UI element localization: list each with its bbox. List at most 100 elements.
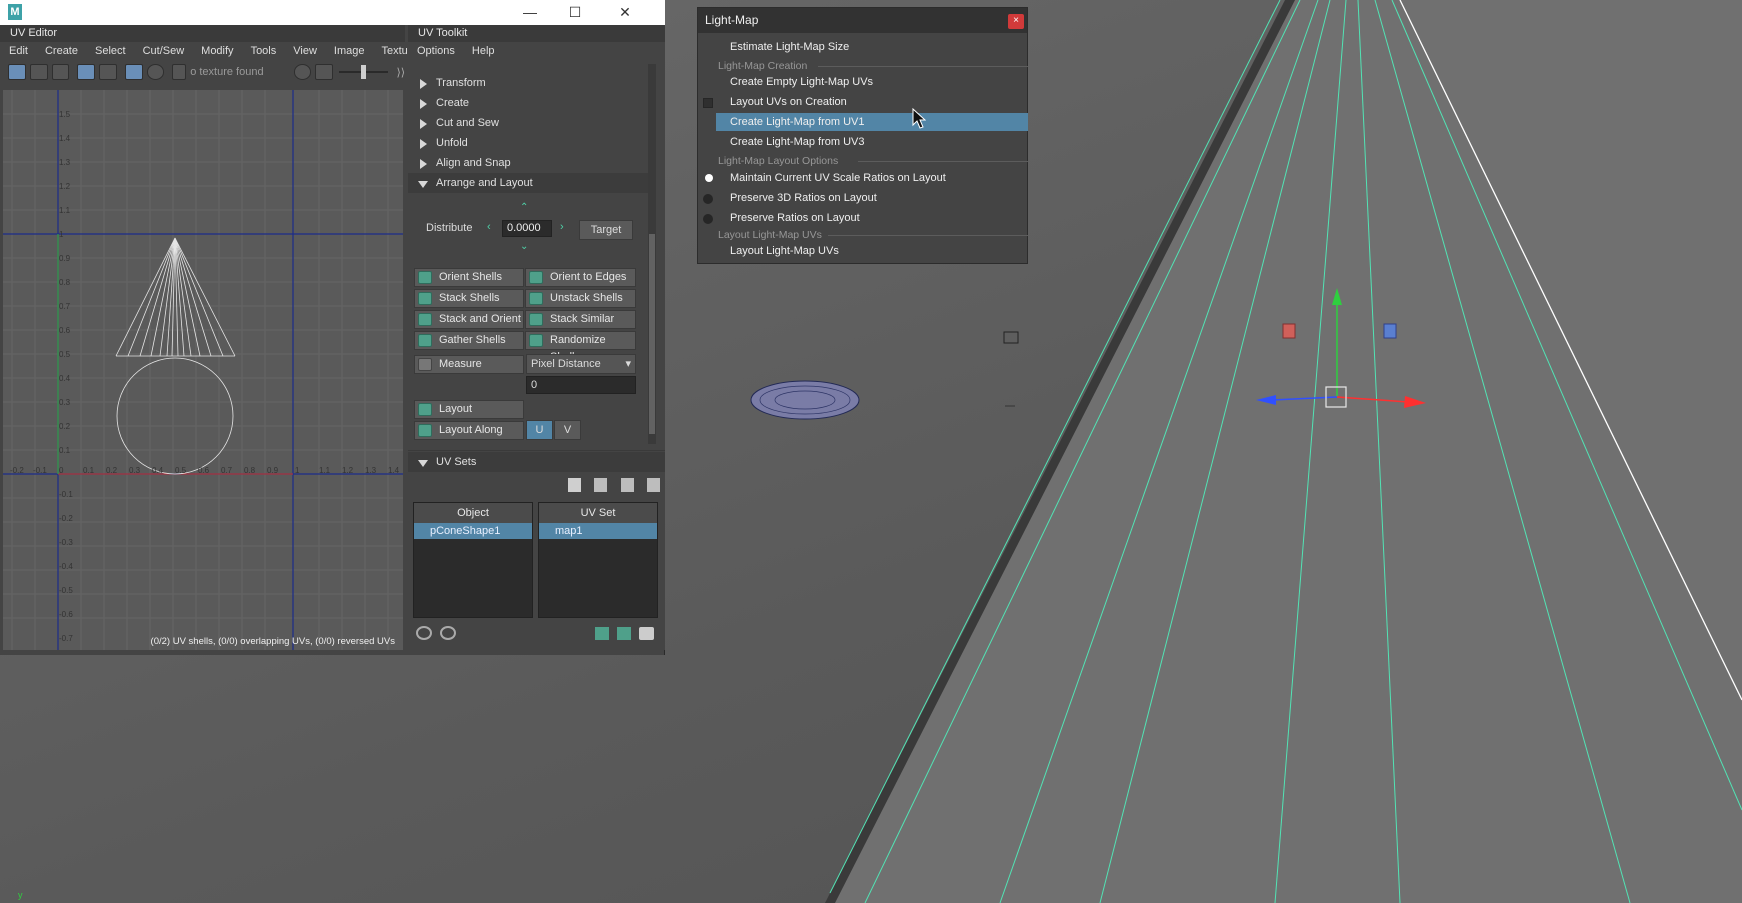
layout-on-creation-item[interactable]: Layout UVs on Creation — [716, 93, 1028, 111]
delete-uv-set-icon[interactable] — [646, 478, 660, 492]
layout-u-toggle[interactable]: U — [526, 420, 553, 440]
radio-preserve-3d[interactable] — [703, 194, 713, 204]
y-tick: -0.1 — [59, 490, 73, 499]
map-icon[interactable] — [595, 627, 609, 640]
map-edit-icon[interactable] — [617, 627, 631, 640]
section-arrange-and-layout[interactable]: Arrange and Layout — [408, 173, 648, 193]
sync-icon[interactable] — [293, 64, 312, 80]
shell-tools-icon[interactable] — [416, 626, 432, 640]
measure-button[interactable]: Measure — [414, 355, 524, 374]
preserve-ratios-item[interactable]: Preserve Ratios on Layout — [716, 209, 1028, 227]
section-label: Align and Snap — [436, 157, 511, 169]
section-transform[interactable]: Transform — [408, 73, 648, 93]
checkbox-layout-on-creation[interactable] — [703, 98, 713, 108]
create-from-uv1-item[interactable]: Create Light-Map from UV1 — [716, 113, 1028, 131]
chevron-down-icon[interactable]: ⌄ — [520, 241, 528, 252]
section-label: UV Sets — [436, 456, 477, 468]
menu-cut-sew[interactable]: Cut/Sew — [134, 45, 193, 57]
rename-uv-set-icon[interactable] — [620, 478, 634, 492]
object-row[interactable]: pConeShape1 — [414, 523, 532, 539]
menu-create[interactable]: Create — [36, 45, 86, 57]
x-tick: 0.7 — [221, 466, 233, 475]
target-button[interactable]: Target — [579, 220, 633, 240]
expand-arrows-icon[interactable]: ⟩⟩ — [396, 66, 405, 79]
toolkit-scrollbar[interactable] — [648, 64, 656, 444]
section-create[interactable]: Create — [408, 93, 648, 113]
distribute-input[interactable]: 0.0000 — [502, 220, 552, 237]
layout-button[interactable]: Layout — [414, 400, 524, 419]
maintain-ratios-item[interactable]: Maintain Current UV Scale Ratios on Layo… — [716, 169, 1028, 187]
button-label: Orient Shells — [439, 271, 502, 283]
menu-help[interactable]: Help — [463, 45, 503, 57]
measure-mode-dropdown[interactable]: Pixel Distance ▾ — [526, 354, 636, 374]
menu-image[interactable]: Image — [325, 45, 373, 57]
create-empty-item[interactable]: Create Empty Light-Map UVs — [716, 73, 1028, 91]
gather-shells-button[interactable]: Gather Shells — [414, 331, 524, 350]
measure-value-field[interactable]: 0 — [526, 376, 636, 394]
y-tick: 0.2 — [59, 422, 71, 431]
menu-view[interactable]: View — [284, 45, 325, 57]
uv-toolkit-body: Transform Create Cut and Sew Unfold Alig… — [408, 60, 665, 650]
preserve-3d-ratios-item[interactable]: Preserve 3D Ratios on Layout — [716, 189, 1028, 207]
orient-to-edges-button[interactable]: Orient to Edges — [525, 268, 636, 287]
exposure-slider[interactable] — [339, 65, 389, 79]
texture-camera-icon[interactable] — [172, 64, 187, 80]
stack-shells-button[interactable]: Stack Shells — [414, 289, 524, 308]
shell-select-icon[interactable] — [29, 64, 48, 80]
unstack-shells-button[interactable]: Unstack Shells — [525, 289, 636, 308]
uvset-row[interactable]: map1 — [539, 523, 657, 539]
menu-options[interactable]: Options — [408, 45, 463, 57]
layout-v-toggle[interactable]: V — [554, 420, 581, 440]
section-uv-sets[interactable]: UV Sets — [408, 452, 665, 472]
menu-edit[interactable]: Edit — [0, 45, 36, 57]
gather-shells-icon — [418, 334, 432, 347]
section-align-and-snap[interactable]: Align and Snap — [408, 153, 648, 173]
section-unfold[interactable]: Unfold — [408, 133, 648, 153]
stack-and-orient-button[interactable]: Stack and Orient — [414, 310, 524, 329]
chevron-up-icon[interactable]: ⌃ — [520, 202, 528, 213]
new-uv-set-icon[interactable] — [568, 478, 581, 492]
uv-canvas[interactable]: 1.5 1.4 1.3 1.2 1.1 1 0.9 0.8 0.7 0.6 0.… — [3, 90, 403, 650]
y-tick: 0.3 — [59, 398, 71, 407]
close-icon[interactable]: ✕ — [605, 0, 645, 25]
estimate-size-item[interactable]: Estimate Light-Map Size — [716, 38, 1028, 56]
light-map-close-button[interactable]: × — [1008, 14, 1024, 29]
wireframe-icon[interactable] — [77, 64, 96, 80]
orient-shells-button[interactable]: Orient Shells — [414, 268, 524, 287]
menu-tools[interactable]: Tools — [242, 45, 285, 57]
grid-toggle-icon[interactable] — [99, 64, 117, 80]
copy-uv-set-icon[interactable] — [594, 478, 608, 492]
section-cut-and-sew[interactable]: Cut and Sew — [408, 113, 648, 133]
snapshot-camera-icon[interactable] — [639, 627, 654, 640]
layout-options-header: Light-Map Layout Options — [718, 154, 1028, 168]
create-from-uv3-item[interactable]: Create Light-Map from UV3 — [716, 133, 1028, 151]
settings-tools-icon[interactable] — [440, 626, 456, 640]
button-label: Stack Shells — [439, 292, 500, 304]
radio-preserve[interactable] — [703, 214, 713, 224]
dim-icon[interactable] — [146, 64, 165, 80]
y-tick: 0.6 — [59, 326, 71, 335]
uv-toolkit-title: UV Toolkit — [408, 25, 665, 42]
maximize-icon[interactable]: ☐ — [555, 0, 595, 25]
radio-maintain[interactable] — [705, 174, 713, 182]
stack-similar-button[interactable]: Stack Similar — [525, 310, 636, 329]
menu-select[interactable]: Select — [86, 45, 134, 57]
section-label: Create — [436, 97, 470, 109]
image-icon[interactable] — [315, 64, 334, 80]
dropdown-arrow-icon: ▾ — [625, 358, 631, 370]
minimize-icon[interactable]: — — [510, 0, 550, 25]
uv-grid-icon[interactable] — [8, 64, 26, 80]
layout-light-map-uvs-item[interactable]: Layout Light-Map UVs — [716, 242, 1028, 260]
button-label: Stack and Orient — [439, 313, 521, 325]
chevron-right-icon[interactable]: › — [560, 221, 564, 233]
chevron-left-icon[interactable]: ‹ — [487, 221, 491, 233]
menu-modify[interactable]: Modify — [192, 45, 241, 57]
checker-icon[interactable] — [51, 64, 70, 80]
mouse-cursor-icon — [912, 108, 926, 129]
stack-similar-icon — [529, 313, 543, 326]
layout-along-button[interactable]: Layout Along — [414, 421, 524, 440]
y-tick: 1.2 — [59, 182, 71, 191]
randomize-shells-button[interactable]: Randomize Shells — [525, 331, 636, 363]
pixel-snap-icon[interactable] — [124, 64, 143, 80]
y-tick: 0.5 — [59, 350, 71, 359]
